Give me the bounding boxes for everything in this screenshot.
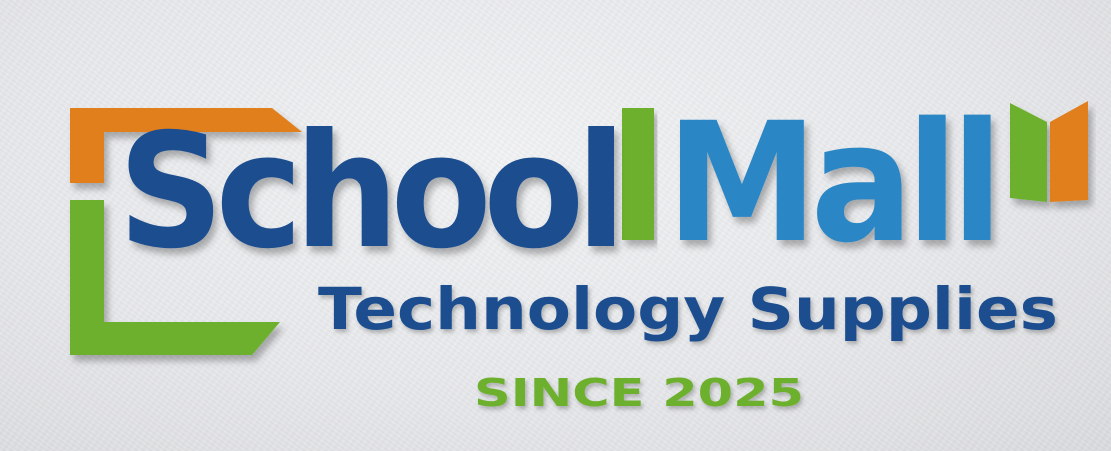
wordmark-school: School [118, 100, 618, 284]
since-text: SINCE 2025 [474, 371, 804, 415]
divider-bar-green [622, 108, 654, 240]
wordmark-mall: Mall [666, 87, 996, 279]
book-mark-green [1010, 103, 1047, 202]
book-mark [1010, 101, 1088, 202]
tagline-text: Technology Supplies [318, 275, 1058, 343]
book-mark-orange [1050, 101, 1088, 202]
sign-wall: School Mall Technology Supplies SINCE 20… [0, 0, 1111, 451]
school-mall-logo: School Mall Technology Supplies SINCE 20… [70, 87, 1088, 415]
